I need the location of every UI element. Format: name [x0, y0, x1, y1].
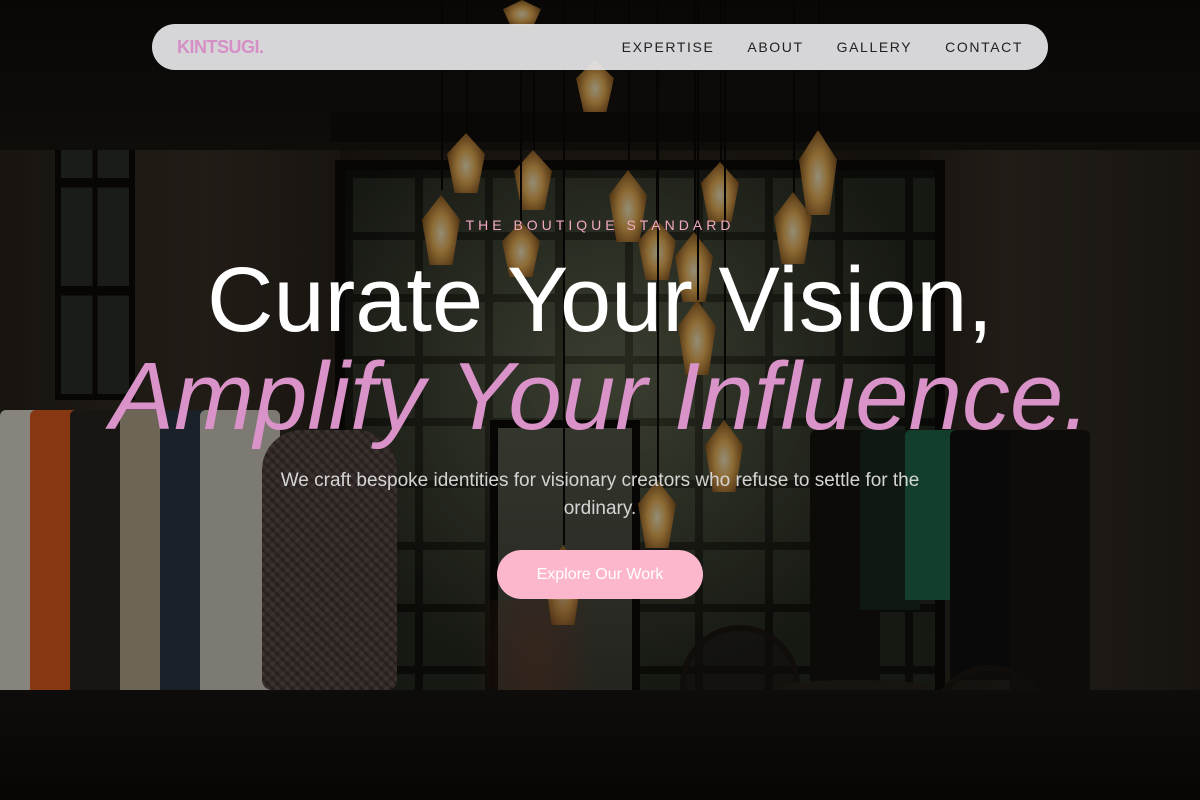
hero-section: THE BOUTIQUE STANDARD Curate Your Vision…: [0, 0, 1200, 800]
hero-headline-line1: Curate Your Vision,: [207, 249, 993, 351]
explore-work-button[interactable]: Explore Our Work: [497, 550, 703, 599]
hero-headline-line2: Amplify Your Influence.: [109, 343, 1091, 450]
hero-subheading: We craft bespoke identities for visionar…: [280, 470, 920, 519]
hero-eyebrow: THE BOUTIQUE STANDARD: [465, 217, 735, 233]
